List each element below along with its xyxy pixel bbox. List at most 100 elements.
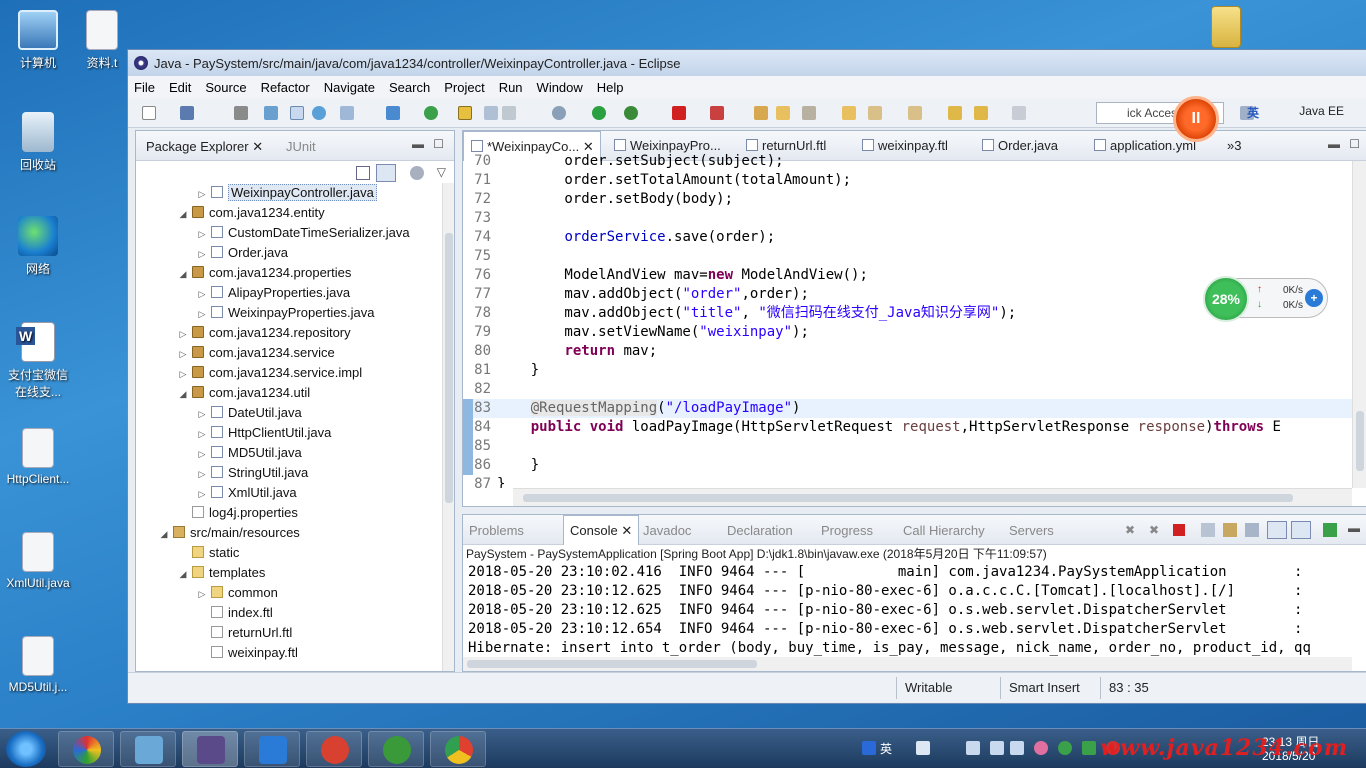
gear-icon[interactable] (552, 106, 566, 120)
scrollbar-thumb[interactable] (1356, 411, 1364, 471)
code-line[interactable]: 79 mav.setViewName("weixinpay"); (463, 323, 1352, 342)
volume-icon[interactable] (990, 741, 1004, 755)
shield-icon[interactable] (1082, 741, 1096, 755)
collapsed-arrow-icon[interactable]: ▷ (196, 224, 208, 244)
menu-help[interactable]: Help (597, 80, 624, 95)
collapsed-arrow-icon[interactable]: ▷ (196, 304, 208, 324)
minimize-icon[interactable]: ▬ (1328, 137, 1340, 151)
collapsed-arrow-icon[interactable]: ▷ (196, 464, 208, 484)
code-line[interactable]: 81 } (463, 361, 1352, 380)
console-output[interactable]: 2018-05-20 23:10:02.416 INFO 9464 --- [ … (463, 563, 1366, 657)
desktop-icon-network[interactable]: 网络 (0, 216, 76, 277)
collapsed-arrow-icon[interactable]: ▷ (196, 184, 208, 204)
console-tab-declaration[interactable]: Declaration (727, 523, 793, 538)
code-line[interactable]: 72 order.setBody(body); (463, 190, 1352, 209)
collapsed-arrow-icon[interactable]: ▷ (177, 344, 189, 364)
scroll-lock-icon[interactable] (1201, 523, 1215, 537)
menu-edit[interactable]: Edit (169, 80, 191, 95)
tree-item[interactable]: log4j.properties (136, 503, 442, 523)
tree-item[interactable]: ▷ CustomDateTimeSerializer.java (136, 223, 442, 243)
menu-search[interactable]: Search (389, 80, 430, 95)
expanded-arrow-icon[interactable]: ◢ (177, 384, 189, 404)
code-line[interactable]: 86 } (463, 456, 1352, 475)
menu-refactor[interactable]: Refactor (261, 80, 310, 95)
collapsed-arrow-icon[interactable]: ▷ (196, 424, 208, 444)
code-line[interactable]: 74 orderService.save(order); (463, 228, 1352, 247)
console-tab-progress[interactable]: Progress (821, 523, 873, 538)
tree-item[interactable]: ▷ AlipayProperties.java (136, 283, 442, 303)
collapsed-arrow-icon[interactable]: ▷ (196, 484, 208, 504)
debug-icon[interactable] (264, 106, 278, 120)
minimize-icon[interactable]: ▬ (1348, 521, 1360, 535)
link-editor-icon[interactable] (376, 164, 396, 182)
forward-icon[interactable] (1012, 106, 1026, 120)
remove-all-icon[interactable]: ✖ (1149, 523, 1159, 537)
code-line[interactable]: 85 (463, 437, 1352, 456)
tree-item[interactable]: ▷ com.java1234.repository (136, 323, 442, 343)
tree-item[interactable]: ▷ WeixinpayController.java (136, 183, 442, 203)
search-icon[interactable] (340, 106, 354, 120)
back-icon[interactable] (948, 106, 962, 120)
menu-source[interactable]: Source (205, 80, 246, 95)
collapsed-arrow-icon[interactable]: ▷ (196, 244, 208, 264)
prev-annotation-icon[interactable] (908, 106, 922, 120)
console-tab-console[interactable]: Console ✕ (563, 515, 640, 545)
tree-item[interactable]: ◢ com.java1234.util (136, 383, 442, 403)
status-insert-mode[interactable]: Smart Insert (1009, 680, 1080, 695)
open-console-icon[interactable] (1291, 521, 1311, 539)
expanded-arrow-icon[interactable]: ◢ (158, 524, 170, 544)
console-tab-problems[interactable]: Problems (469, 523, 524, 538)
taskbar-app-recorder[interactable] (368, 731, 424, 767)
console-tab-javadoc[interactable]: Javadoc (643, 523, 691, 538)
code-line[interactable]: 70 order.setSubject(subject); (463, 152, 1352, 171)
close-icon[interactable]: ✕ (618, 523, 632, 538)
print-icon[interactable] (234, 106, 248, 120)
chevron-down-icon[interactable]: ▽ (437, 165, 446, 179)
tree-item[interactable]: ▷ WeixinpayProperties.java (136, 303, 442, 323)
menu-file[interactable]: File (134, 80, 155, 95)
tree-item[interactable]: ▷ MD5Util.java (136, 443, 442, 463)
tree-item[interactable]: static (136, 543, 442, 563)
menu-project[interactable]: Project (444, 80, 484, 95)
tree-item[interactable]: ▷ common (136, 583, 442, 603)
tree-item[interactable]: returnUrl.ftl (136, 623, 442, 643)
input-method-icon[interactable] (862, 741, 876, 755)
new-icon[interactable] (142, 106, 156, 120)
taskbar-app-ie-color[interactable] (58, 731, 114, 767)
menu-window[interactable]: Window (537, 80, 583, 95)
open-type-icon[interactable] (754, 106, 768, 120)
tree-item[interactable]: ◢ com.java1234.properties (136, 263, 442, 283)
desktop-icon-httpclient[interactable]: HttpClient... (0, 428, 76, 486)
taskbar-app-eclipse[interactable] (182, 731, 238, 767)
next-annotation-icon[interactable] (868, 106, 882, 120)
desktop-icon-word-doc[interactable]: 支付宝微信在线支... (0, 322, 76, 400)
desktop-icon-xmlutil[interactable]: XmlUtil.java (0, 532, 76, 590)
code-line[interactable]: 73 (463, 209, 1352, 228)
code-line[interactable]: 82 (463, 380, 1352, 399)
refresh-icon[interactable] (424, 106, 438, 120)
maximize-icon[interactable]: ☐ (433, 137, 444, 151)
tab-junit[interactable]: JUnit (286, 139, 316, 154)
display-console-icon[interactable] (1267, 521, 1287, 539)
menu-navigate[interactable]: Navigate (324, 80, 375, 95)
word-wrap-icon[interactable] (1245, 523, 1259, 537)
title-bar[interactable]: Java - PaySystem/src/main/java/com/java1… (128, 50, 1366, 76)
clear-console-icon[interactable]: ✖ (1125, 523, 1135, 537)
view-menu-icon[interactable] (410, 166, 424, 180)
desktop-icon-doc[interactable]: 资料.t (72, 10, 132, 71)
security-icon[interactable] (1058, 741, 1072, 755)
desktop-icon-computer[interactable]: 计算机 (0, 10, 76, 71)
collapsed-arrow-icon[interactable]: ▷ (177, 364, 189, 384)
collapsed-arrow-icon[interactable]: ▷ (196, 404, 208, 424)
collapsed-arrow-icon[interactable]: ▷ (177, 324, 189, 344)
folder-icon[interactable] (842, 106, 856, 120)
menu-run[interactable]: Run (499, 80, 523, 95)
maximize-icon[interactable]: ☐ (1349, 137, 1360, 151)
back-nav-icon[interactable] (974, 106, 988, 120)
desktop-icon-md5util[interactable]: MD5Util.j... (0, 636, 76, 694)
collapsed-arrow-icon[interactable]: ▷ (196, 584, 208, 604)
start-button[interactable] (6, 731, 46, 767)
collapsed-arrow-icon[interactable]: ▷ (196, 284, 208, 304)
code-line[interactable]: 84 public void loadPayImage(HttpServletR… (463, 418, 1352, 437)
tree-item[interactable]: ▷ XmlUtil.java (136, 483, 442, 503)
